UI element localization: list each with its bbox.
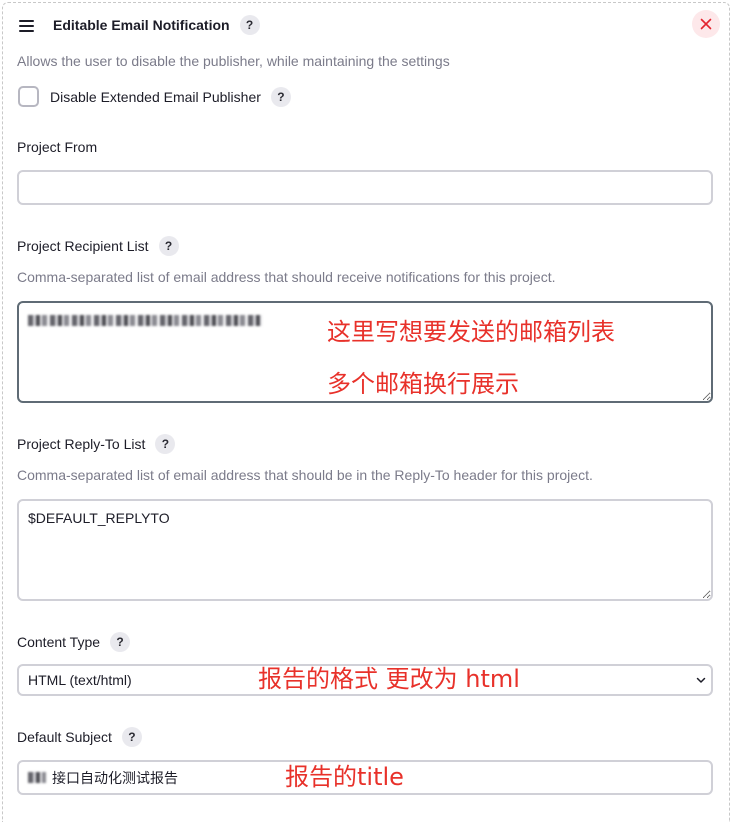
content-type-select[interactable]: HTML (text/html)	[17, 664, 713, 696]
help-icon[interactable]: ?	[155, 434, 176, 454]
chevron-down-icon	[696, 677, 706, 683]
default-subject-label-row: Default Subject ?	[17, 727, 142, 747]
disable-publisher-row: Disable Extended Email Publisher ?	[18, 86, 291, 107]
section-header: Editable Email Notification ?	[53, 15, 260, 35]
disable-publisher-checkbox[interactable]	[18, 86, 39, 107]
help-icon[interactable]: ?	[110, 632, 131, 652]
close-icon	[700, 18, 712, 30]
project-from-input[interactable]	[17, 170, 713, 205]
hamburger-icon[interactable]	[19, 19, 34, 32]
reply-to-description: Comma-separated list of email address th…	[17, 467, 593, 483]
recipient-list-description: Comma-separated list of email address th…	[17, 269, 556, 285]
reply-to-label-row: Project Reply-To List ?	[17, 434, 176, 454]
project-from-field	[17, 170, 713, 205]
recipient-list-textarea[interactable]	[17, 301, 713, 403]
editable-email-notification-panel	[2, 2, 730, 822]
close-button[interactable]	[692, 10, 720, 38]
content-type-selected-value: HTML (text/html)	[28, 672, 132, 688]
default-subject-label: Default Subject	[17, 729, 112, 745]
reply-to-textarea[interactable]: $DEFAULT_REPLYTO	[17, 499, 713, 601]
section-title: Editable Email Notification	[53, 17, 230, 33]
recipient-list-field	[17, 301, 713, 403]
recipient-list-label: Project Recipient List	[17, 238, 149, 254]
default-subject-input[interactable]	[17, 760, 713, 795]
disable-publisher-label[interactable]: Disable Extended Email Publisher	[50, 87, 261, 107]
help-icon[interactable]: ?	[158, 236, 179, 256]
help-icon[interactable]: ?	[239, 15, 260, 35]
reply-to-label: Project Reply-To List	[17, 436, 146, 452]
content-type-label-row: Content Type ?	[17, 632, 131, 652]
default-subject-field	[17, 760, 713, 795]
reply-to-field: $DEFAULT_REPLYTO	[17, 499, 713, 601]
recipient-list-label-row: Project Recipient List ?	[17, 236, 179, 256]
help-icon[interactable]: ?	[270, 86, 291, 107]
email-notification-page: Editable Email Notification ? Allows the…	[0, 0, 742, 822]
help-icon[interactable]: ?	[121, 727, 142, 747]
project-from-label: Project From	[17, 139, 98, 155]
content-type-label: Content Type	[17, 634, 101, 650]
project-from-label-row: Project From	[17, 137, 97, 157]
section-description: Allows the user to disable the publisher…	[17, 53, 450, 69]
